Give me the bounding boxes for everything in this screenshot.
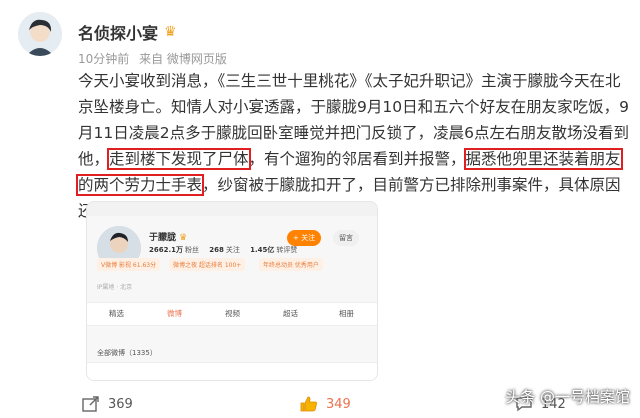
embed-follow-button: + 关注 bbox=[287, 230, 322, 246]
share-icon bbox=[82, 396, 99, 412]
embed-top-bar bbox=[87, 202, 377, 216]
embed-name-text: 于朦胧 bbox=[149, 233, 177, 243]
embed-tab: 相册 bbox=[339, 309, 354, 318]
embed-location: IP属地 · 北京 bbox=[97, 284, 133, 291]
post-source: 来自 微博网页版 bbox=[139, 52, 227, 66]
embed-tag: V微博 影视 61.63分 bbox=[97, 258, 161, 271]
embed-following: 268 bbox=[209, 246, 224, 254]
post-text-2: ，有个遛狗的邻居看到并报警， bbox=[248, 150, 466, 168]
embed-tabs: 精选 微博 视频 超话 相册 bbox=[87, 302, 377, 326]
embed-feed-label: 全部微博（1335） bbox=[97, 349, 157, 357]
embed-tag: 微博之夜 超话排名 100+ bbox=[169, 258, 246, 271]
author-name[interactable]: 名侦探小宴 bbox=[78, 20, 158, 44]
embed-stats: 2662.1万 粉丝 268 关注 1.45亿 转评赞 bbox=[149, 245, 305, 255]
embed-likes-label: 转评赞 bbox=[276, 246, 298, 254]
vip-crown-icon: ♛ bbox=[164, 24, 177, 40]
embed-crown-icon: ♛ bbox=[179, 233, 188, 243]
post-time[interactable]: 10分钟前 bbox=[78, 52, 129, 66]
embed-following-label: 关注 bbox=[225, 246, 240, 254]
like-thumb-icon bbox=[300, 396, 317, 412]
watermark-text: 头条 @一号档案馆 bbox=[505, 388, 630, 406]
embed-tag: 年终总动员 优秀用户 bbox=[259, 258, 323, 271]
avatar-illustration bbox=[18, 12, 62, 56]
embed-message-button: 留言 bbox=[333, 230, 359, 246]
embed-tab: 视频 bbox=[225, 309, 240, 318]
author-avatar[interactable] bbox=[18, 12, 62, 56]
embed-tab: 精选 bbox=[109, 309, 124, 318]
embed-likes: 1.45亿 bbox=[250, 246, 275, 254]
like-count: 349 bbox=[326, 396, 351, 412]
highlight-found-body: 走到楼下发现了尸体 bbox=[107, 148, 251, 170]
author-header: 名侦探小宴 ♛ bbox=[78, 20, 177, 44]
embed-followers-label: 粉丝 bbox=[185, 246, 200, 254]
post-meta: 10分钟前 来自 微博网页版 bbox=[78, 50, 233, 67]
embed-tab: 超话 bbox=[283, 309, 298, 318]
share-count: 369 bbox=[108, 396, 133, 412]
embed-profile-name: 于朦胧 ♛ bbox=[149, 230, 187, 243]
watermark: 头条 @一号档案馆 bbox=[505, 386, 630, 407]
embed-followers: 2662.1万 bbox=[149, 246, 184, 254]
embedded-profile-image[interactable]: 于朦胧 ♛ 2662.1万 粉丝 268 关注 1.45亿 转评赞 V微博 影视 61… bbox=[86, 201, 378, 381]
like-action[interactable]: 349 bbox=[300, 396, 351, 412]
embed-bottom-strip bbox=[87, 362, 377, 380]
share-action[interactable]: 369 bbox=[82, 396, 133, 412]
embed-tab-active: 微博 bbox=[167, 309, 182, 318]
